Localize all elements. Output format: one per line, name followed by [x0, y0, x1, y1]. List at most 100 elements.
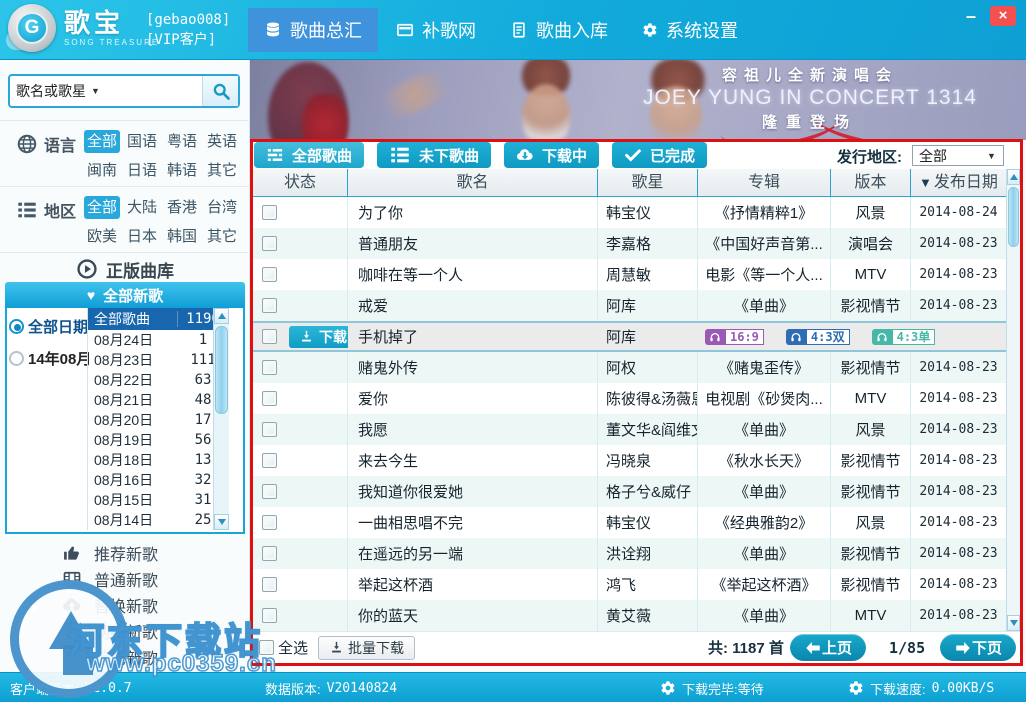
date-list-item[interactable]: 08月20日17 — [88, 410, 229, 430]
row-checkbox[interactable] — [262, 515, 277, 530]
concert-banner[interactable]: 容祖儿全新演唱会 JOEY YUNG IN CONCERT 1314 隆重登场 — [250, 60, 1026, 140]
table-row[interactable]: 爱你陈彼得&汤薇恩电视剧《砂煲肉...MTV2014-08-23 — [253, 383, 1006, 414]
scroll-down-arrow[interactable] — [1007, 615, 1020, 631]
minimize-button[interactable]: – — [958, 7, 984, 25]
sidebar-item-替换新歌[interactable]: 替换新歌 — [0, 592, 250, 618]
table-row[interactable]: 戒爱阿库《单曲》影视情节2014-08-23 — [253, 290, 1006, 321]
row-checkbox[interactable] — [262, 391, 277, 406]
tab-未下歌曲[interactable]: 未下歌曲 — [377, 142, 491, 168]
date-list-scrollbar[interactable] — [213, 308, 229, 530]
row-checkbox[interactable] — [262, 298, 277, 313]
tab-已完成[interactable]: 已完成 — [612, 142, 707, 168]
table-row[interactable]: 赌鬼外传阿权《赌鬼歪传》影视情节2014-08-23 — [253, 352, 1006, 383]
quality-badge[interactable]: 4:3单 — [872, 329, 936, 345]
search-button[interactable] — [202, 76, 238, 106]
nav-item-歌曲总汇[interactable]: 歌曲总汇 — [248, 8, 378, 52]
row-checkbox[interactable] — [262, 422, 277, 437]
filter-option-大陆[interactable]: 大陆 — [124, 196, 160, 219]
scroll-up-arrow[interactable] — [214, 308, 229, 324]
filter-option-韩语[interactable]: 韩语 — [164, 159, 200, 182]
row-checkbox[interactable] — [262, 608, 277, 623]
filter-option-其它[interactable]: 其它 — [204, 225, 240, 248]
tab-下载中[interactable]: 下载中 — [504, 142, 599, 168]
scrollbar-thumb[interactable] — [215, 326, 228, 414]
close-button[interactable]: × — [990, 6, 1016, 26]
column-header-版本[interactable]: 版本 — [831, 169, 911, 197]
quality-badge[interactable]: 4:3双 — [786, 329, 850, 345]
filter-option-其它[interactable]: 其它 — [204, 159, 240, 182]
row-checkbox[interactable] — [262, 453, 277, 468]
filter-option-欧美[interactable]: 欧美 — [84, 225, 120, 248]
date-filter-14年08月[interactable]: 14年08月 — [9, 348, 91, 369]
column-header-专辑[interactable]: 专辑 — [698, 169, 831, 197]
table-row[interactable]: 我愿董文华&阎维文《单曲》风景2014-08-23 — [253, 414, 1006, 445]
date-list-item[interactable]: 08月16日32 — [88, 470, 229, 490]
table-row[interactable]: 来去今生冯晓泉《秋水长天》影视情节2014-08-23 — [253, 445, 1006, 476]
sidebar-item-推荐新歌[interactable]: 推荐新歌 — [0, 540, 250, 566]
column-header-状态[interactable]: 状态 — [253, 169, 348, 197]
scrollbar-thumb[interactable] — [1008, 187, 1019, 247]
table-row[interactable]: 在遥远的另一端洪诠翔《单曲》影视情节2014-08-23 — [253, 538, 1006, 569]
date-filter-全部日期[interactable]: 全部日期 — [9, 316, 88, 337]
filter-option-台湾[interactable]: 台湾 — [204, 196, 240, 219]
table-row[interactable]: 下载手机掉了阿库16:94:3双4:3单 — [253, 321, 1006, 352]
filter-option-日本[interactable]: 日本 — [124, 225, 160, 248]
column-header-发布日期[interactable]: ▼发布日期 — [911, 169, 1006, 197]
quality-badge[interactable]: 16:9 — [705, 329, 764, 345]
row-checkbox[interactable] — [262, 205, 277, 220]
nav-item-歌曲入库[interactable]: 歌曲入库 — [494, 8, 624, 52]
table-row[interactable]: 举起这杯酒鸿飞《举起这杯酒》影视情节2014-08-23 — [253, 569, 1006, 600]
table-row[interactable]: 普通朋友李嘉格《中国好声音第...演唱会2014-08-23 — [253, 228, 1006, 259]
date-list-item[interactable]: 08月22日63 — [88, 370, 229, 390]
filter-option-英语[interactable]: 英语 — [204, 130, 240, 153]
new-songs-header[interactable]: ♥ 全部新歌 — [5, 282, 245, 308]
date-list-item[interactable]: 08月14日25 — [88, 510, 229, 530]
row-checkbox[interactable] — [262, 577, 277, 592]
tab-全部歌曲[interactable]: 全部歌曲 — [254, 142, 364, 168]
table-row[interactable]: 一曲相思唱不完韩宝仪《经典雅韵2》风景2014-08-23 — [253, 507, 1006, 538]
sidebar-item-综艺新歌[interactable]: 综艺新歌 — [0, 644, 250, 670]
table-row[interactable]: 我知道你很爱她格子兮&威仔《单曲》影视情节2014-08-23 — [253, 476, 1006, 507]
batch-download-button[interactable]: 批量下载 — [318, 636, 415, 660]
row-checkbox[interactable] — [262, 360, 277, 375]
table-scrollbar[interactable] — [1006, 169, 1020, 631]
nav-item-补歌网[interactable]: 补歌网 — [380, 8, 492, 52]
date-list-item[interactable]: 08月19日56 — [88, 430, 229, 450]
row-checkbox[interactable] — [262, 546, 277, 561]
date-list-item[interactable]: 08月24日1 — [88, 330, 229, 350]
filter-option-国语[interactable]: 国语 — [124, 130, 160, 153]
scroll-down-arrow[interactable] — [214, 514, 229, 530]
sidebar-item-网络新歌[interactable]: 网络新歌 — [0, 618, 250, 644]
date-list-item[interactable]: 08月21日48 — [88, 390, 229, 410]
row-checkbox[interactable] — [262, 236, 277, 251]
row-checkbox[interactable] — [262, 267, 277, 282]
prev-page-button[interactable]: 上页 — [790, 634, 866, 661]
date-list-item[interactable]: 08月15日31 — [88, 490, 229, 510]
filter-option-日语[interactable]: 日语 — [124, 159, 160, 182]
table-row[interactable]: 咖啡在等一个人周慧敏电影《等一个人...MTV2014-08-23 — [253, 259, 1006, 290]
download-button[interactable]: 下载 — [289, 326, 348, 348]
date-list-header[interactable]: 全部歌曲 1190 — [88, 308, 229, 330]
search-category-dropdown[interactable]: 歌名或歌星 ▼ — [10, 81, 106, 101]
filter-option-香港[interactable]: 香港 — [164, 196, 200, 219]
licensed-library-button[interactable]: 正版曲库 — [0, 256, 250, 282]
row-checkbox[interactable] — [262, 329, 277, 344]
sidebar-item-普通新歌[interactable]: 普通新歌 — [0, 566, 250, 592]
search-input[interactable] — [106, 76, 202, 106]
release-region-dropdown[interactable]: 全部 ▼ — [912, 145, 1004, 166]
filter-option-韩国[interactable]: 韩国 — [164, 225, 200, 248]
scroll-up-arrow[interactable] — [1007, 169, 1020, 185]
table-row[interactable]: 为了你韩宝仪《抒情精粹1》风景2014-08-24 — [253, 197, 1006, 228]
filter-option-闽南[interactable]: 闽南 — [84, 159, 120, 182]
table-row[interactable]: 你的蓝天黄艾薇《单曲》MTV2014-08-23 — [253, 600, 1006, 631]
column-header-歌星[interactable]: 歌星 — [598, 169, 698, 197]
date-list-item[interactable]: 08月23日111 — [88, 350, 229, 370]
nav-item-系统设置[interactable]: 系统设置 — [626, 8, 754, 52]
next-page-button[interactable]: 下页 — [940, 634, 1016, 661]
row-checkbox[interactable] — [262, 484, 277, 499]
column-header-歌名[interactable]: 歌名 — [348, 169, 598, 197]
select-all-checkbox[interactable] — [259, 640, 274, 655]
filter-option-粤语[interactable]: 粤语 — [164, 130, 200, 153]
filter-option-全部[interactable]: 全部 — [84, 130, 120, 153]
date-list-item[interactable]: 08月18日13 — [88, 450, 229, 470]
